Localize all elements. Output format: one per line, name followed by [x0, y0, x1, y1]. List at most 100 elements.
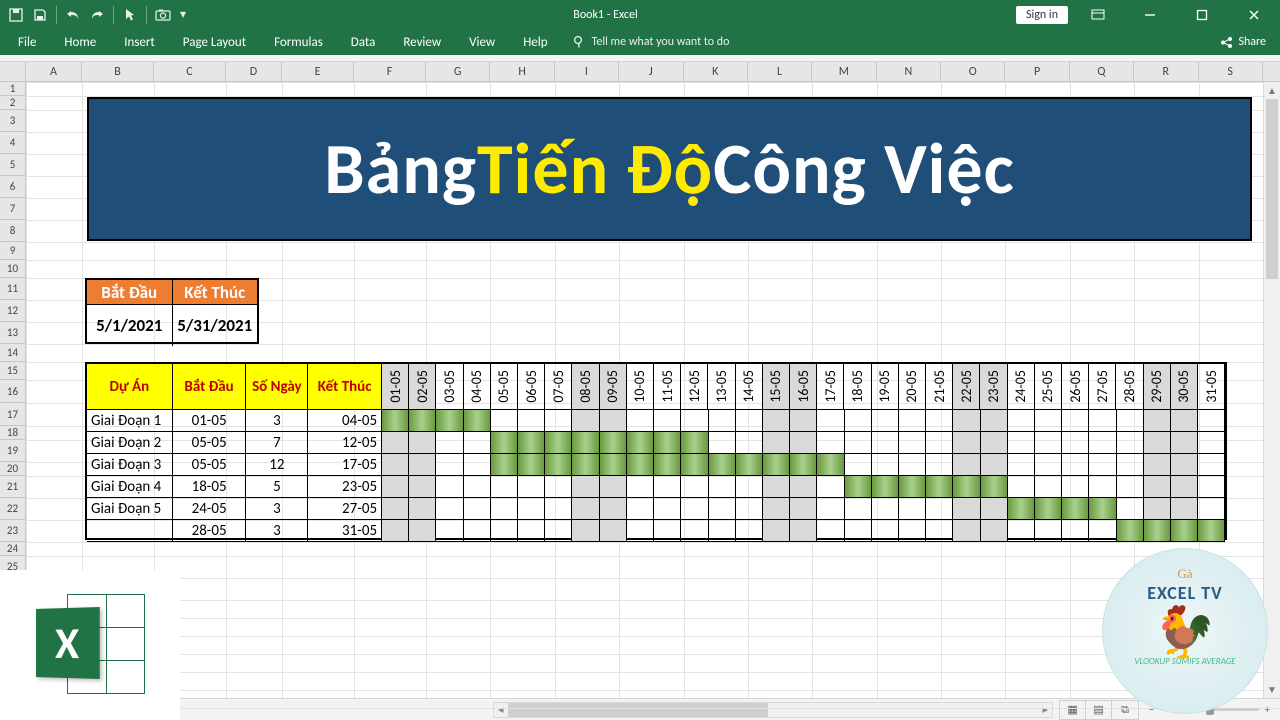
gantt-cell[interactable]: Giai Đoạn 1 — [87, 410, 173, 432]
gantt-empty-cell[interactable] — [654, 410, 681, 432]
gantt-bar-cell[interactable] — [518, 454, 545, 476]
gantt-empty-cell[interactable] — [1008, 476, 1035, 498]
gantt-cell[interactable]: 3 — [246, 498, 308, 520]
gantt-bar-cell[interactable] — [953, 476, 980, 498]
gantt-empty-cell[interactable] — [1035, 454, 1062, 476]
gantt-bar-cell[interactable] — [736, 454, 763, 476]
gantt-empty-cell[interactable] — [1062, 476, 1089, 498]
gantt-bar-cell[interactable] — [1035, 498, 1062, 520]
gantt-cell[interactable]: 3 — [246, 410, 308, 432]
gantt-empty-cell[interactable] — [845, 432, 872, 454]
gantt-empty-cell[interactable] — [1198, 498, 1225, 520]
row-header-6[interactable]: 6 — [0, 176, 26, 198]
gantt-empty-cell[interactable] — [1198, 432, 1225, 454]
ribbon-options-icon[interactable] — [1076, 0, 1120, 29]
select-all-corner[interactable] — [0, 62, 26, 81]
gantt-cell[interactable]: 17-05 — [308, 454, 382, 476]
gantt-empty-cell[interactable] — [491, 410, 518, 432]
col-header-F[interactable]: F — [354, 62, 426, 81]
gantt-empty-cell[interactable] — [627, 410, 654, 432]
gantt-bar-cell[interactable] — [1117, 520, 1144, 542]
worksheet-grid[interactable]: 1234567891011121314151617181920212223242… — [0, 82, 1280, 698]
gantt-empty-cell[interactable] — [545, 410, 572, 432]
gantt-cell[interactable]: 31-05 — [308, 520, 382, 542]
range-value[interactable]: 5/1/2021 — [87, 304, 173, 346]
col-header-G[interactable]: G — [426, 62, 490, 81]
gantt-cell[interactable]: 24-05 — [173, 498, 247, 520]
gantt-bar-cell[interactable] — [1008, 498, 1035, 520]
gantt-empty-cell[interactable] — [926, 520, 953, 542]
gantt-empty-cell[interactable] — [1171, 498, 1198, 520]
gantt-empty-cell[interactable] — [790, 476, 817, 498]
gantt-empty-cell[interactable] — [436, 498, 463, 520]
gantt-bar-cell[interactable] — [817, 454, 844, 476]
row-header-21[interactable]: 21 — [0, 476, 26, 498]
gantt-empty-cell[interactable] — [409, 476, 436, 498]
row-header-11[interactable]: 11 — [0, 278, 26, 300]
gantt-bar-cell[interactable] — [382, 410, 409, 432]
gantt-empty-cell[interactable] — [545, 498, 572, 520]
gantt-empty-cell[interactable] — [436, 520, 463, 542]
gantt-empty-cell[interactable] — [1035, 476, 1062, 498]
gantt-bar-cell[interactable] — [1198, 520, 1225, 542]
gantt-empty-cell[interactable] — [545, 476, 572, 498]
gantt-empty-cell[interactable] — [1089, 454, 1116, 476]
gantt-cell[interactable]: 05-05 — [173, 454, 247, 476]
camera-icon[interactable] — [153, 5, 173, 25]
gantt-empty-cell[interactable] — [1089, 432, 1116, 454]
col-header-O[interactable]: O — [941, 62, 1005, 81]
gantt-empty-cell[interactable] — [1062, 432, 1089, 454]
gantt-bar-cell[interactable] — [1144, 520, 1171, 542]
gantt-empty-cell[interactable] — [790, 410, 817, 432]
gantt-empty-cell[interactable] — [654, 498, 681, 520]
gantt-empty-cell[interactable] — [600, 476, 627, 498]
row-header-13[interactable]: 13 — [0, 322, 26, 344]
gantt-bar-cell[interactable] — [627, 454, 654, 476]
vertical-scrollbar[interactable]: ▲ ▼ — [1263, 82, 1280, 698]
gantt-empty-cell[interactable] — [654, 520, 681, 542]
tab-view[interactable]: View — [455, 31, 509, 54]
row-header-10[interactable]: 10 — [0, 260, 26, 278]
gantt-cell[interactable]: Giai Đoạn 4 — [87, 476, 173, 498]
gantt-empty-cell[interactable] — [436, 476, 463, 498]
gantt-cell[interactable]: 18-05 — [173, 476, 247, 498]
redo-icon[interactable] — [87, 5, 107, 25]
gantt-empty-cell[interactable] — [1144, 476, 1171, 498]
gantt-empty-cell[interactable] — [1117, 498, 1144, 520]
gantt-empty-cell[interactable] — [409, 520, 436, 542]
row-header-4[interactable]: 4 — [0, 132, 26, 154]
scroll-up-icon[interactable]: ▲ — [1264, 82, 1280, 99]
gantt-empty-cell[interactable] — [1117, 432, 1144, 454]
save-icon[interactable] — [30, 5, 50, 25]
gantt-cell[interactable]: 12-05 — [308, 432, 382, 454]
tab-data[interactable]: Data — [337, 31, 390, 54]
gantt-empty-cell[interactable] — [709, 520, 736, 542]
gantt-empty-cell[interactable] — [817, 432, 844, 454]
col-header-N[interactable]: N — [877, 62, 941, 81]
gantt-empty-cell[interactable] — [600, 520, 627, 542]
gantt-cell[interactable]: 28-05 — [173, 520, 247, 542]
col-header-S[interactable]: S — [1199, 62, 1263, 81]
gantt-empty-cell[interactable] — [1144, 454, 1171, 476]
gantt-empty-cell[interactable] — [1062, 410, 1089, 432]
gantt-empty-cell[interactable] — [627, 498, 654, 520]
gantt-empty-cell[interactable] — [845, 520, 872, 542]
gantt-cell[interactable]: 23-05 — [308, 476, 382, 498]
gantt-empty-cell[interactable] — [1008, 432, 1035, 454]
col-header-I[interactable]: I — [555, 62, 619, 81]
gantt-bar-cell[interactable] — [872, 476, 899, 498]
tab-formulas[interactable]: Formulas — [260, 31, 337, 54]
gantt-empty-cell[interactable] — [382, 454, 409, 476]
gantt-empty-cell[interactable] — [709, 476, 736, 498]
gantt-cell[interactable]: 04-05 — [308, 410, 382, 432]
gantt-cell[interactable]: 3 — [246, 520, 308, 542]
gantt-empty-cell[interactable] — [1035, 520, 1062, 542]
gantt-empty-cell[interactable] — [872, 432, 899, 454]
gantt-bar-cell[interactable] — [681, 432, 708, 454]
gantt-empty-cell[interactable] — [1117, 454, 1144, 476]
gantt-bar-cell[interactable] — [464, 410, 491, 432]
page-layout-view-icon[interactable]: ▤ — [1086, 701, 1112, 719]
gantt-empty-cell[interactable] — [382, 432, 409, 454]
gantt-empty-cell[interactable] — [790, 432, 817, 454]
gantt-empty-cell[interactable] — [464, 432, 491, 454]
